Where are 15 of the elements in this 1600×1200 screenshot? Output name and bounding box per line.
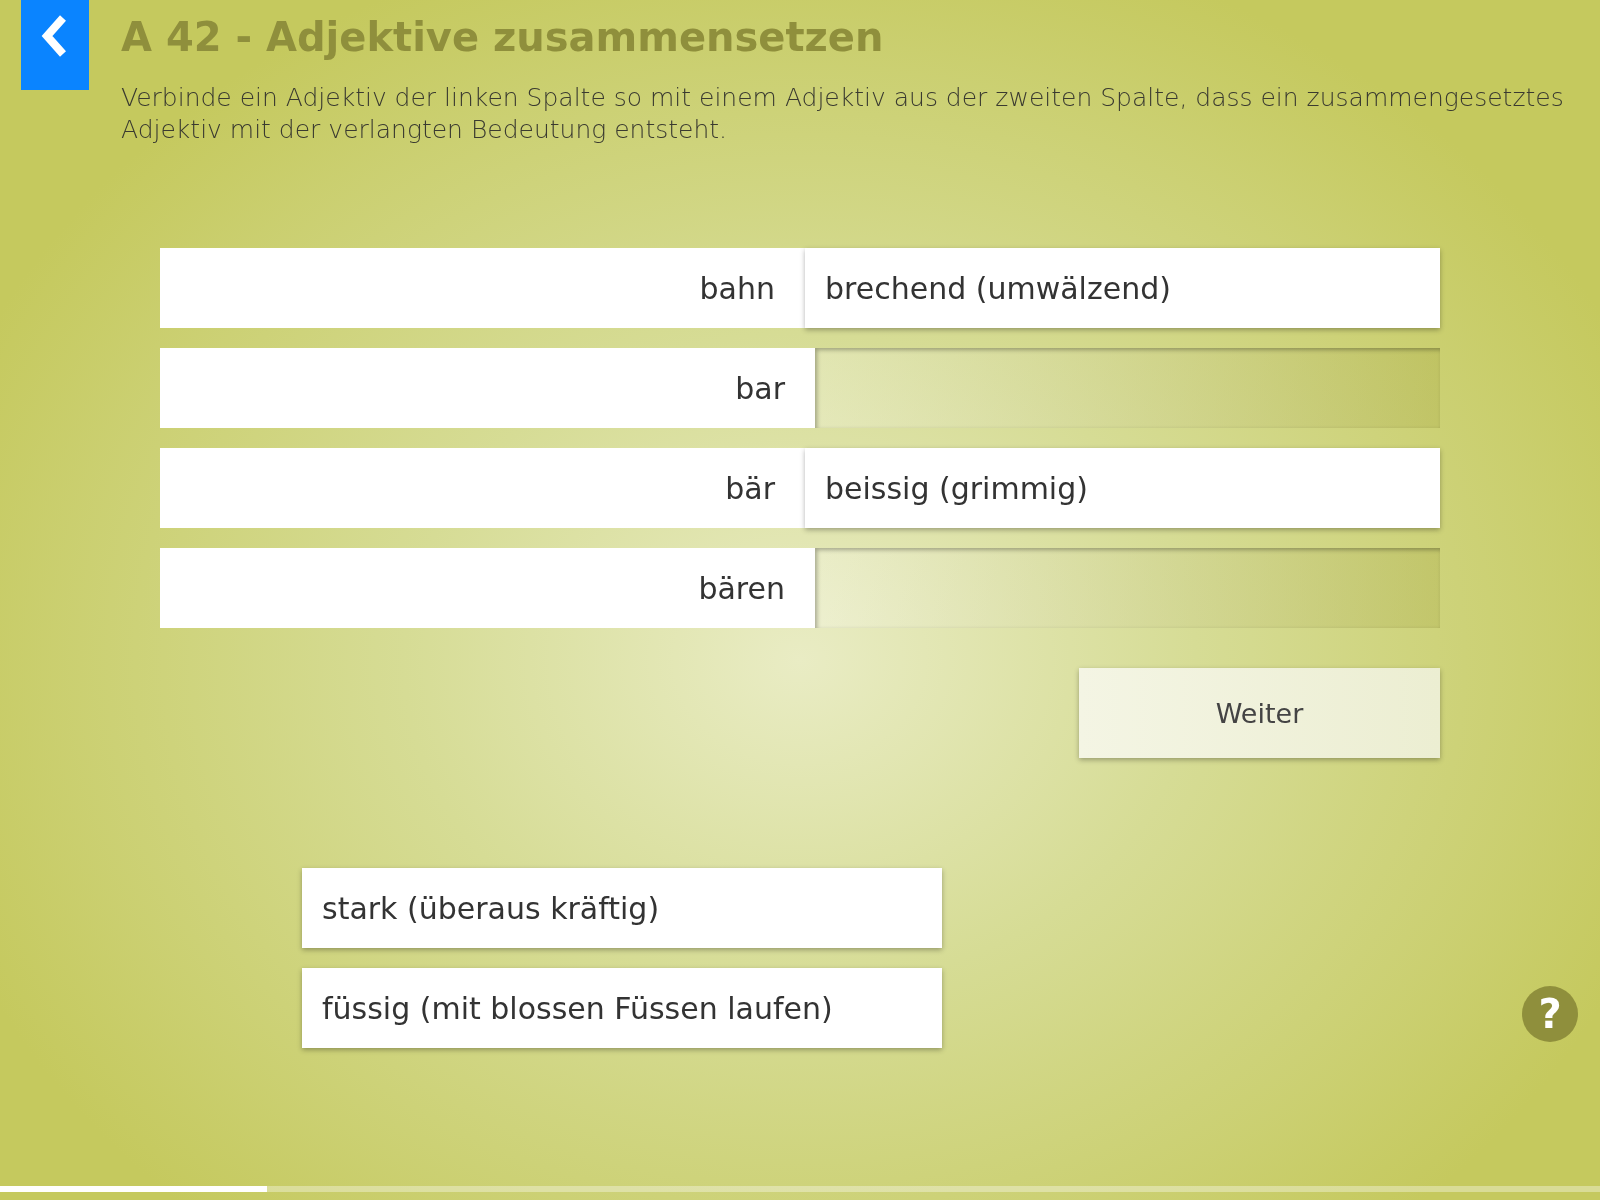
drop-slot[interactable] bbox=[815, 548, 1440, 628]
drop-slot[interactable] bbox=[815, 348, 1440, 428]
word-stem: bahn bbox=[160, 248, 805, 328]
instruction-text: Verbinde ein Adjektiv der linken Spalte so mit einem Adjektiv aus der zweiten Spalte, dass ein zusammengesetztes Adjektiv mit der verlangten Bedeutung entsteht. bbox=[121, 82, 1565, 146]
answer-card[interactable]: füssig (mit blossen Füssen laufen) bbox=[302, 968, 942, 1048]
next-button[interactable]: Weiter bbox=[1079, 668, 1440, 758]
word-stem: bär bbox=[160, 448, 805, 528]
word-stem: bar bbox=[160, 348, 815, 428]
word-stem: bären bbox=[160, 548, 815, 628]
answer-card[interactable]: stark (überaus kräftig) bbox=[302, 868, 942, 948]
answer-card[interactable]: beissig (grimmig) bbox=[805, 448, 1440, 528]
back-button[interactable] bbox=[21, 0, 89, 90]
page-title: A 42 - Adjektive zusammensetzen bbox=[121, 14, 885, 60]
chevron-left-icon bbox=[41, 14, 69, 58]
answer-card[interactable]: brechend (umwälzend) bbox=[805, 248, 1440, 328]
